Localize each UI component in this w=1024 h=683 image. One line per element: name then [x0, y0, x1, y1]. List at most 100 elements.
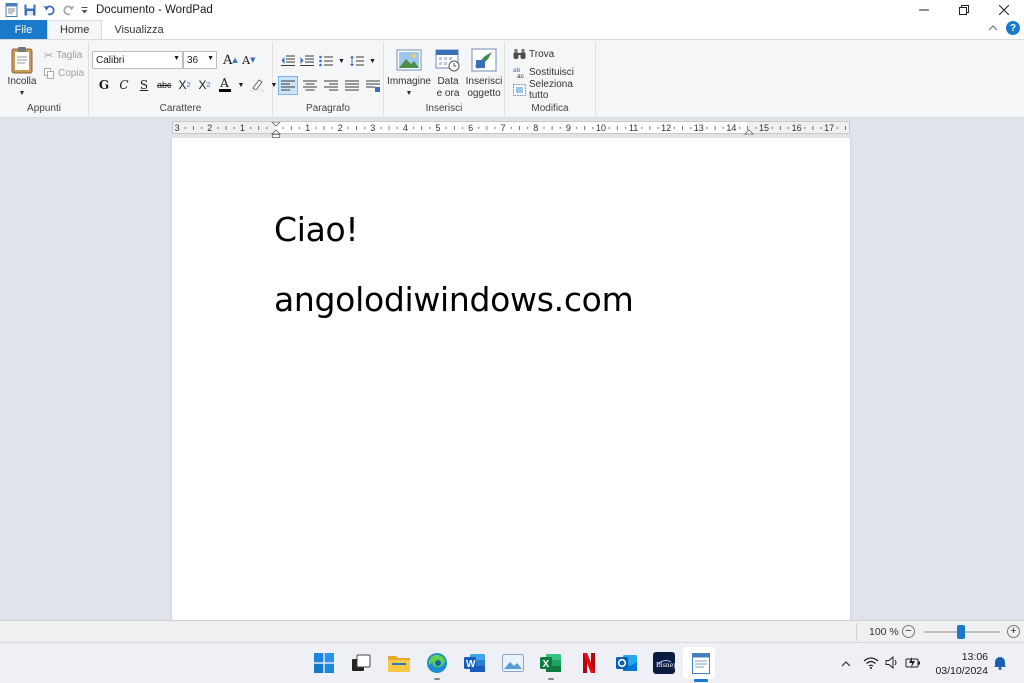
document-line[interactable]: angolodiwindows.com	[274, 280, 634, 319]
find-button[interactable]: Trova	[513, 45, 595, 63]
ruler-tick	[543, 127, 545, 129]
tab-home[interactable]: Home	[47, 20, 103, 39]
insert-datetime-button[interactable]: Data e ora	[432, 48, 464, 100]
chevron-up-icon[interactable]	[838, 660, 854, 667]
wordpad-taskbar-icon[interactable]	[689, 651, 713, 682]
volume-icon[interactable]	[885, 655, 899, 672]
group-edit: Trova ab ac Sostituisci Seleziona tutto M…	[505, 42, 596, 116]
ruler-tick	[722, 127, 724, 129]
start-icon[interactable]	[312, 651, 336, 675]
chevron-down-icon[interactable]: ▼	[238, 76, 245, 94]
task-view-icon[interactable]	[349, 651, 373, 675]
zoom-slider-thumb[interactable]	[957, 625, 965, 639]
notification-bell-icon[interactable]	[993, 655, 1007, 673]
ruler[interactable]: 3 2 1 1 2 3 4 5 6 7 8 9 10 11 12 13 14 15 16 17	[172, 121, 850, 138]
document-line[interactable]: Ciao!	[274, 210, 359, 249]
font-size-select[interactable]: 36 ▼	[183, 51, 217, 69]
redo-icon[interactable]	[61, 3, 75, 17]
decrease-indent-icon[interactable]	[281, 52, 295, 70]
strikethrough-button[interactable]: abc	[157, 76, 172, 94]
zoom-out-button[interactable]: −	[902, 625, 915, 638]
ruler-tick	[608, 127, 610, 129]
list-icon[interactable]	[319, 52, 333, 70]
ruler-tick	[559, 127, 561, 129]
ruler-tick	[184, 127, 187, 129]
customize-toolbar-icon[interactable]	[80, 3, 88, 17]
edge-icon[interactable]	[425, 651, 449, 680]
clock-date: 03/10/2024	[935, 665, 988, 677]
ruler-tick	[787, 127, 790, 129]
document-page[interactable]: Ciao! angolodiwindows.com	[172, 138, 850, 620]
tab-file[interactable]: File	[0, 20, 47, 39]
netflix-icon[interactable]	[577, 651, 601, 675]
ruler-tick	[526, 127, 529, 129]
insert-image-button[interactable]: Immagine ▼	[387, 48, 431, 100]
disney-plus-icon[interactable]: Disney+	[652, 651, 676, 675]
underline-button[interactable]: S	[137, 76, 151, 94]
text-color-button[interactable]: A	[218, 76, 232, 94]
cut-button[interactable]: ✂ Taglia	[44, 46, 84, 64]
ruler-tick-label: 11	[628, 123, 639, 133]
line-spacing-icon[interactable]	[349, 52, 364, 70]
ruler-tick	[836, 127, 839, 129]
file-explorer-icon[interactable]	[387, 651, 411, 675]
photos-icon[interactable]	[501, 651, 525, 675]
group-label-clipboard: Appunti	[27, 103, 61, 114]
ruler-tick	[445, 127, 447, 129]
highlight-icon[interactable]	[250, 76, 264, 94]
italic-button[interactable]: C	[117, 76, 131, 94]
tab-view[interactable]: Visualizza	[102, 20, 175, 39]
ruler-tick-label: 4	[402, 123, 408, 133]
chevron-down-icon[interactable]: ▼	[369, 52, 376, 70]
clock[interactable]: 13:06 03/10/2024	[926, 650, 988, 678]
select-all-button[interactable]: Seleziona tutto	[513, 79, 595, 101]
subscript-button[interactable]: X2	[178, 76, 192, 94]
ruler-tick-label: 15	[758, 123, 770, 133]
minimize-button[interactable]	[904, 0, 944, 20]
group-clipboard: Incolla ▼ ✂ Taglia Copia Appunti	[0, 42, 89, 116]
ruler-tick-label: 16	[791, 123, 802, 133]
group-label-insert: Inserisci	[425, 103, 463, 114]
ruler-tick	[412, 127, 415, 129]
align-center-icon[interactable]	[301, 77, 319, 95]
font-family-select[interactable]: Calibri ▼	[92, 51, 183, 69]
ruler-tick-label: 2	[337, 123, 343, 133]
ruler-tick	[233, 127, 235, 129]
ruler-tick-label: 3	[370, 123, 376, 133]
shrink-font-icon[interactable]: A ▼	[242, 51, 256, 69]
outlook-icon[interactable]	[615, 651, 639, 675]
calendar-clock-icon	[435, 49, 460, 72]
chevron-down-icon[interactable]: ▼	[338, 52, 345, 70]
paste-button[interactable]: Incolla ▼	[6, 46, 38, 100]
restore-button[interactable]	[944, 0, 984, 20]
ruler-tick	[575, 127, 578, 129]
zoom-in-button[interactable]: +	[1007, 625, 1020, 638]
superscript-button[interactable]: X2	[198, 76, 212, 94]
paragraph-settings-icon[interactable]	[364, 77, 382, 95]
paste-dropdown-icon[interactable]: ▼	[19, 88, 26, 100]
group-paragraph: ▼ ▼ Paragrafo	[273, 42, 384, 116]
grow-font-icon[interactable]: A ▲	[223, 51, 238, 69]
wifi-icon[interactable]	[863, 656, 879, 672]
battery-icon[interactable]	[905, 656, 921, 672]
collapse-ribbon-icon[interactable]	[988, 22, 998, 34]
increase-indent-icon[interactable]	[300, 52, 314, 70]
ruler-tick	[363, 127, 366, 129]
copy-button[interactable]: Copia	[44, 64, 84, 82]
ruler-tick-label: 13	[693, 123, 704, 133]
image-icon	[396, 49, 422, 71]
wordpad-app-icon[interactable]	[4, 3, 18, 17]
bold-button[interactable]: G	[97, 76, 111, 94]
undo-icon[interactable]	[42, 3, 56, 17]
insert-object-button[interactable]: Inserisci oggetto	[464, 48, 504, 100]
align-right-icon[interactable]	[322, 77, 340, 95]
close-button[interactable]	[984, 0, 1024, 20]
ruler-tick	[804, 127, 806, 129]
save-icon[interactable]	[23, 3, 37, 17]
word-icon[interactable]: W	[463, 651, 487, 675]
justify-icon[interactable]	[343, 77, 361, 95]
align-left-icon[interactable]	[278, 76, 298, 95]
group-label-paragraph: Paragrafo	[306, 103, 350, 114]
excel-icon[interactable]: X	[539, 651, 563, 680]
help-icon[interactable]: ?	[1006, 21, 1020, 35]
